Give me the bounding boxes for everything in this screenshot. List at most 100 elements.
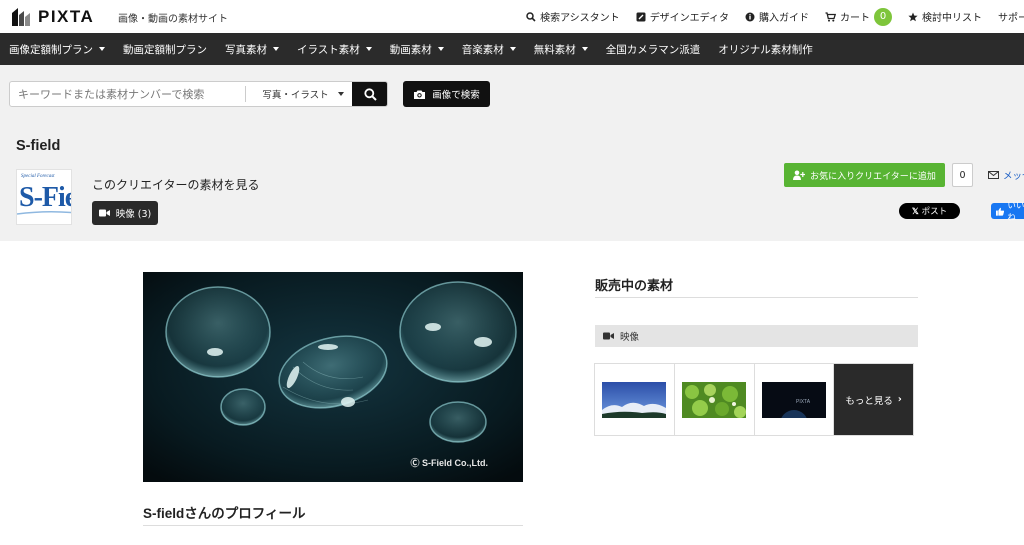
search-button[interactable] bbox=[352, 82, 387, 106]
nav-label: 画像定額制プラン bbox=[9, 43, 93, 56]
search-box: 写真・イラスト bbox=[9, 81, 388, 107]
facebook-like-button[interactable]: いいね bbox=[991, 201, 1024, 223]
favorite-count: 0 bbox=[952, 163, 973, 187]
nav-original-production[interactable]: オリジナル素材制作 bbox=[718, 42, 813, 57]
search-assistant-link[interactable]: 検索アシスタント bbox=[526, 9, 620, 24]
caret-down-icon bbox=[581, 47, 588, 51]
purchase-guide-link[interactable]: 購入ガイド bbox=[745, 9, 809, 24]
image-search-button[interactable]: 画像で検索 bbox=[403, 81, 490, 107]
nav-videos[interactable]: 動画素材 bbox=[390, 42, 444, 57]
nav-label: 音楽素材 bbox=[461, 43, 504, 56]
nav-free[interactable]: 無料素材 bbox=[534, 42, 588, 57]
dark-thumbnail-image: PIXTA bbox=[761, 381, 826, 418]
x-post-label: ポスト bbox=[921, 207, 948, 217]
nav-image-subscription[interactable]: 画像定額制プラン bbox=[9, 42, 105, 57]
video-category-bar: 映像 bbox=[595, 325, 918, 347]
image-search-label: 画像で検索 bbox=[432, 90, 480, 101]
nav-label: 写真素材 bbox=[225, 43, 267, 56]
view-creator-materials-link[interactable]: このクリエイターの素材を見る bbox=[92, 176, 260, 193]
on-sale-heading: 販売中の素材 bbox=[595, 275, 918, 298]
watchlist-link[interactable]: 検討中リスト bbox=[908, 9, 982, 24]
jellyfish-image bbox=[143, 272, 523, 482]
add-favorite-creator-button[interactable]: お気に入りクリエイターに追加 bbox=[784, 163, 945, 187]
video-button-label: 映像 (3) bbox=[115, 209, 152, 220]
nav-label: 動画定額制プラン bbox=[123, 43, 207, 56]
cart-icon bbox=[825, 11, 836, 22]
category-label: 映像 bbox=[620, 332, 640, 343]
x-post-button[interactable]: 𝕏 ポスト bbox=[899, 203, 960, 219]
favorite-button-label: お気に入りクリエイターに追加 bbox=[810, 171, 936, 182]
camera-icon bbox=[414, 90, 426, 99]
pixta-logo-icon bbox=[12, 8, 30, 26]
nav-photographer-dispatch[interactable]: 全国カメラマン派遣 bbox=[606, 42, 701, 57]
thumbnail-dark[interactable]: PIXTA bbox=[755, 364, 835, 435]
site-tagline: 画像・動画の素材サイト bbox=[118, 14, 228, 25]
add-user-icon bbox=[793, 170, 806, 180]
caret-down-icon bbox=[365, 47, 372, 51]
message-label: メッセージ bbox=[1003, 171, 1024, 182]
info-icon bbox=[745, 12, 755, 21]
creator-avatar[interactable]: Special Forecast S-Field bbox=[16, 169, 72, 225]
facebook-like-label: いいね bbox=[1007, 201, 1024, 223]
search-icon bbox=[526, 11, 536, 22]
avatar-swoosh-graphic bbox=[17, 210, 71, 215]
watchlist-label: 検討中リスト bbox=[922, 13, 982, 24]
cart-count-badge: 0 bbox=[874, 7, 892, 26]
support-link[interactable]: サポート bbox=[998, 9, 1024, 24]
pixta-logo[interactable]: PIXTA bbox=[10, 6, 94, 28]
plants-thumbnail-image bbox=[682, 381, 747, 418]
search-icon bbox=[363, 87, 377, 101]
nav-label: 無料素材 bbox=[533, 43, 576, 56]
edit-icon bbox=[636, 12, 646, 21]
logo-text: PIXTA bbox=[38, 7, 95, 26]
more-label: もっと見る bbox=[845, 395, 893, 407]
creator-name: S-field bbox=[16, 138, 61, 154]
nav-label: 全国カメラマン派遣 bbox=[605, 43, 701, 56]
search-bar: 写真・イラスト 画像で検索 bbox=[0, 65, 1024, 121]
x-logo-icon: 𝕏 bbox=[911, 205, 919, 216]
creator-hero-image: Ⓒ S-Field Co.,Ltd. bbox=[143, 272, 523, 482]
star-icon bbox=[908, 12, 918, 21]
more-materials-button[interactable]: もっと見る › bbox=[834, 364, 913, 435]
avatar-logo-subtext: Special Forecast bbox=[21, 174, 55, 179]
creator-video-button[interactable]: 映像 (3) bbox=[92, 201, 158, 225]
search-category-label: 写真・イラスト bbox=[262, 90, 329, 101]
purchase-guide-label: 購入ガイド bbox=[759, 13, 809, 24]
nav-music[interactable]: 音楽素材 bbox=[462, 42, 516, 57]
caret-down-icon bbox=[273, 47, 279, 51]
nav-label: オリジナル素材制作 bbox=[718, 43, 813, 56]
nav-label: イラスト素材 bbox=[297, 43, 360, 56]
caret-down-icon bbox=[509, 47, 516, 51]
cart-link[interactable]: カート 0 bbox=[825, 7, 892, 26]
search-category-select[interactable]: 写真・イラスト bbox=[246, 82, 352, 106]
video-camera-icon bbox=[98, 209, 110, 217]
top-bar: PIXTA 画像・動画の素材サイト 検索アシスタント デザインエディタ 購入ガイ… bbox=[0, 0, 1024, 33]
creator-header: S-field Special Forecast S-Field このクリエイタ… bbox=[0, 121, 1024, 241]
video-camera-icon bbox=[603, 332, 614, 340]
sky-thumbnail-image bbox=[602, 381, 667, 418]
support-label: サポート bbox=[998, 13, 1024, 24]
caret-down-icon bbox=[437, 47, 444, 51]
top-links: 検索アシスタント デザインエディタ 購入ガイド カート 0 検討中リスト サポー… bbox=[510, 0, 1024, 33]
main-nav: 画像定額制プラン 動画定額制プラン 写真素材 イラスト素材 動画素材 音楽素材 … bbox=[0, 33, 1024, 65]
thumbnail-watermark: PIXTA bbox=[796, 399, 811, 405]
chevron-right-icon: › bbox=[897, 394, 902, 405]
material-thumbnails: PIXTA もっと見る › bbox=[594, 363, 914, 436]
message-link[interactable]: メッセージ bbox=[988, 168, 1024, 182]
search-input[interactable] bbox=[10, 82, 246, 106]
thumbnail-plants[interactable] bbox=[675, 364, 755, 435]
thumbnail-sky[interactable] bbox=[595, 364, 675, 435]
nav-photos[interactable]: 写真素材 bbox=[225, 42, 279, 57]
hero-copyright: Ⓒ S-Field Co.,Ltd. bbox=[410, 458, 489, 468]
caret-down-icon bbox=[338, 92, 345, 96]
search-assistant-label: 検索アシスタント bbox=[540, 13, 620, 24]
design-editor-link[interactable]: デザインエディタ bbox=[636, 9, 729, 24]
nav-video-subscription[interactable]: 動画定額制プラン bbox=[123, 42, 207, 57]
nav-label: 動画素材 bbox=[389, 43, 432, 56]
profile-heading: S-fieldさんのプロフィール bbox=[143, 502, 523, 526]
thumbs-up-icon bbox=[996, 207, 1005, 216]
nav-illustrations[interactable]: イラスト素材 bbox=[297, 42, 372, 57]
envelope-icon bbox=[988, 171, 999, 179]
caret-down-icon bbox=[99, 47, 105, 51]
cart-label: カート bbox=[840, 13, 870, 24]
